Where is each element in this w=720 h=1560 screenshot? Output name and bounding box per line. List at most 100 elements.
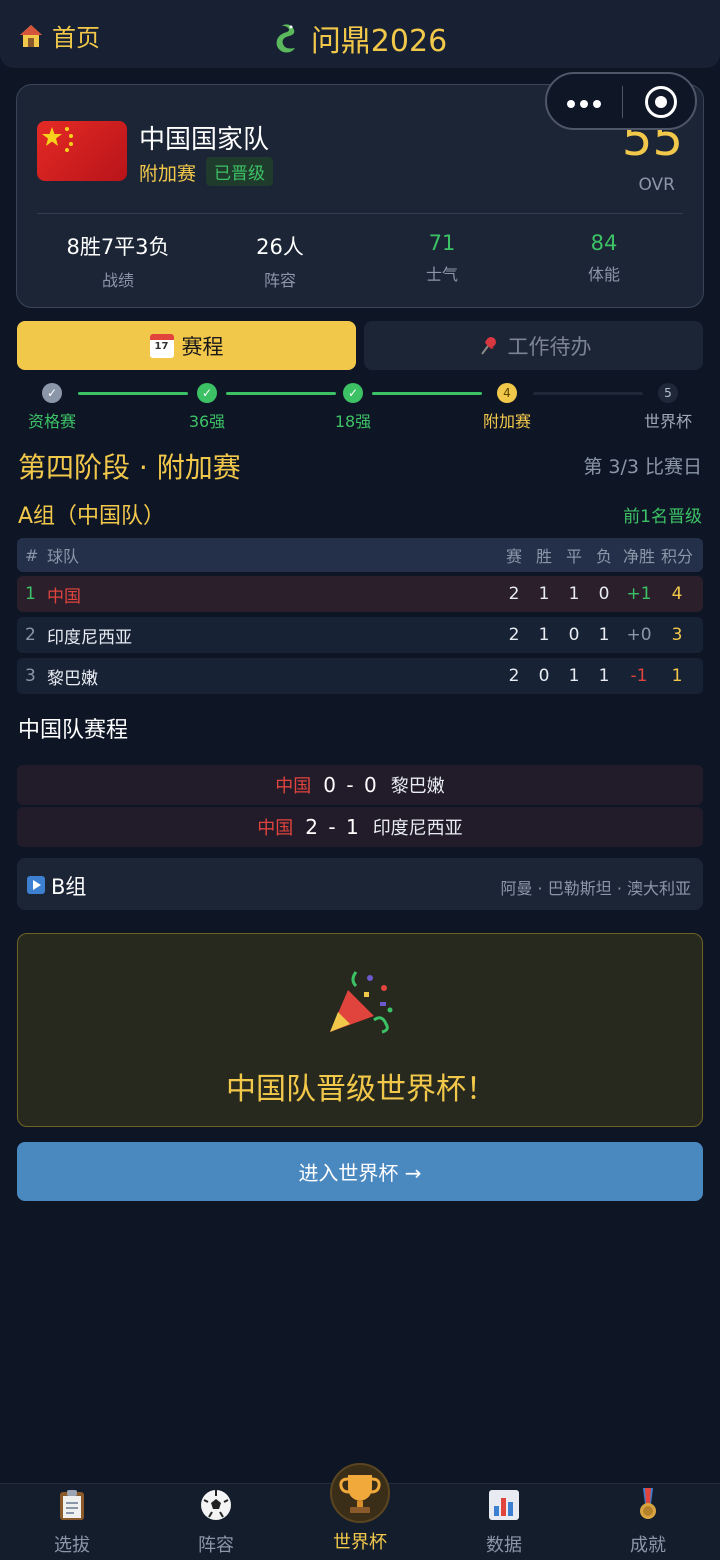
soccer-ball-icon — [201, 1490, 231, 1520]
row-played: 2 — [508, 625, 520, 645]
stat-squad: 26人 阵容 — [199, 231, 361, 291]
step-node: ✓ — [343, 383, 363, 403]
row-team: 黎巴嫩 — [47, 668, 98, 689]
table-row[interactable]: 3 黎巴嫩 2 0 1 1 -1 1 — [17, 658, 703, 694]
advance-note: 前1名晋级 — [623, 507, 702, 527]
col-team: 球队 — [47, 547, 80, 566]
party-popper-icon — [330, 971, 393, 1034]
row-won: 1 — [538, 584, 550, 604]
china-flag-icon — [37, 121, 127, 181]
miniprogram-capsule — [545, 72, 697, 130]
row-gd: +1 — [626, 584, 652, 604]
capsule-divider — [622, 86, 623, 118]
tab-todo[interactable]: 工作待办 — [364, 321, 703, 370]
row-pts: 3 — [671, 625, 683, 645]
stat-fitness: 84 体能 — [523, 231, 685, 285]
row-played: 2 — [508, 666, 520, 686]
close-miniprogram-icon[interactable] — [645, 86, 677, 118]
col-pts: 积分 — [660, 547, 693, 566]
row-played: 2 — [508, 584, 520, 604]
row-lost: 0 — [598, 584, 610, 604]
col-won: 胜 — [535, 547, 552, 566]
team-stage: 附加赛 — [139, 163, 197, 185]
step-label: 资格赛 — [27, 412, 77, 431]
tab-schedule-label: 赛程 — [181, 334, 224, 359]
ovr-label: OVR — [638, 175, 675, 195]
stat-record: 8胜7平3负 战绩 — [37, 231, 199, 291]
row-won: 1 — [538, 625, 550, 645]
step-line — [226, 392, 336, 395]
card-divider — [37, 213, 683, 214]
step-line — [372, 392, 482, 395]
stat-label: 战绩 — [101, 271, 134, 290]
nav-label: 数据 — [486, 1535, 522, 1556]
match-away: 印度尼西亚 — [372, 818, 463, 839]
nav-item-squad[interactable]: 阵容 — [144, 1484, 288, 1560]
step-label: 世界杯 — [643, 412, 693, 431]
nav-label: 世界杯 — [333, 1532, 387, 1553]
top-bar: 首页 问鼎2026 — [0, 0, 720, 68]
match-score: 0 - 0 — [323, 773, 379, 797]
nav-item-achievements[interactable]: 成就 — [576, 1484, 720, 1560]
match-home: 中国 — [257, 818, 294, 839]
nav-item-data[interactable]: 数据 — [432, 1484, 576, 1560]
matchday-label: 第 3/3 比赛日 — [583, 456, 702, 478]
play-icon — [27, 876, 45, 894]
enter-world-cup-button[interactable]: 进入世界杯 → — [17, 1142, 703, 1201]
stat-value: 26人 — [256, 235, 304, 259]
celebration-banner: 中国队晋级世界杯！ — [17, 933, 703, 1127]
step-label: 18强 — [334, 412, 372, 431]
stat-value: 8胜7平3负 — [66, 235, 170, 259]
status-badge: 已晋级 — [206, 157, 273, 186]
group-b-toggle[interactable]: B组 阿曼 · 巴勒斯坦 · 澳大利亚 — [17, 858, 703, 910]
celebration-text: 中国队晋级世界杯！ — [226, 1072, 496, 1107]
stat-morale: 71 士气 — [361, 231, 523, 285]
step-line — [78, 392, 188, 395]
world-cup-nav-badge[interactable] — [330, 1463, 390, 1523]
app-title-text: 问鼎2026 — [310, 24, 448, 59]
match-home: 中国 — [275, 776, 312, 797]
row-rank: 1 — [25, 584, 36, 604]
col-lost: 负 — [595, 547, 612, 566]
stat-label: 阵容 — [263, 271, 296, 290]
col-gd: 净胜 — [622, 547, 655, 566]
nav-label: 选拔 — [54, 1535, 90, 1556]
row-rank: 3 — [25, 666, 36, 686]
group-b-label: B组 — [51, 875, 87, 899]
match-away: 黎巴嫩 — [390, 776, 445, 797]
col-draw: 平 — [565, 547, 582, 566]
team-name: 中国国家队 — [139, 125, 270, 155]
table-header: # 球队 赛 胜 平 负 净胜 积分 — [17, 538, 703, 572]
match-row[interactable]: 中国 0 - 0 黎巴嫩 — [17, 765, 703, 805]
group-title: A组（中国队） — [18, 504, 166, 529]
step-node: ✓ — [197, 383, 217, 403]
schedule-title: 中国队赛程 — [18, 718, 129, 743]
tab-schedule[interactable]: 17 赛程 — [17, 321, 356, 370]
col-played: 赛 — [505, 547, 522, 566]
match-score: 2 - 1 — [305, 815, 361, 839]
nav-item-selection[interactable]: 选拔 — [0, 1484, 144, 1560]
dragon-icon — [276, 24, 295, 53]
medal-icon — [640, 1488, 656, 1519]
stage-progress: ✓ ✓ ✓ 4 5 资格赛 36强 18强 附加赛 世界杯 — [0, 380, 720, 431]
row-lost: 1 — [598, 625, 610, 645]
clipboard-icon — [60, 1490, 84, 1520]
table-row[interactable]: 2 印度尼西亚 2 1 0 1 +0 3 — [17, 617, 703, 653]
more-icon[interactable] — [567, 100, 601, 108]
bar-chart-icon — [489, 1490, 519, 1520]
app-title: 问鼎2026 — [0, 16, 720, 60]
row-gd: -1 — [630, 666, 648, 686]
step-node: 5 — [658, 383, 678, 403]
standings-table: # 球队 赛 胜 平 负 净胜 积分 1 中国 2 1 1 0 +1 4 2 印… — [17, 538, 703, 699]
table-row[interactable]: 1 中国 2 1 1 0 +1 4 — [17, 576, 703, 612]
trophy-icon — [339, 1475, 381, 1513]
row-team: 印度尼西亚 — [47, 627, 132, 648]
row-lost: 1 — [598, 666, 610, 686]
row-pts: 1 — [671, 666, 683, 686]
tab-todo-label: 工作待办 — [507, 334, 592, 359]
row-draw: 1 — [568, 666, 580, 686]
match-row[interactable]: 中国 2 - 1 印度尼西亚 — [17, 807, 703, 847]
group-b-teams: 阿曼 · 巴勒斯坦 · 澳大利亚 — [500, 879, 691, 898]
stat-value: 71 — [428, 231, 456, 255]
nav-label: 阵容 — [198, 1535, 234, 1556]
